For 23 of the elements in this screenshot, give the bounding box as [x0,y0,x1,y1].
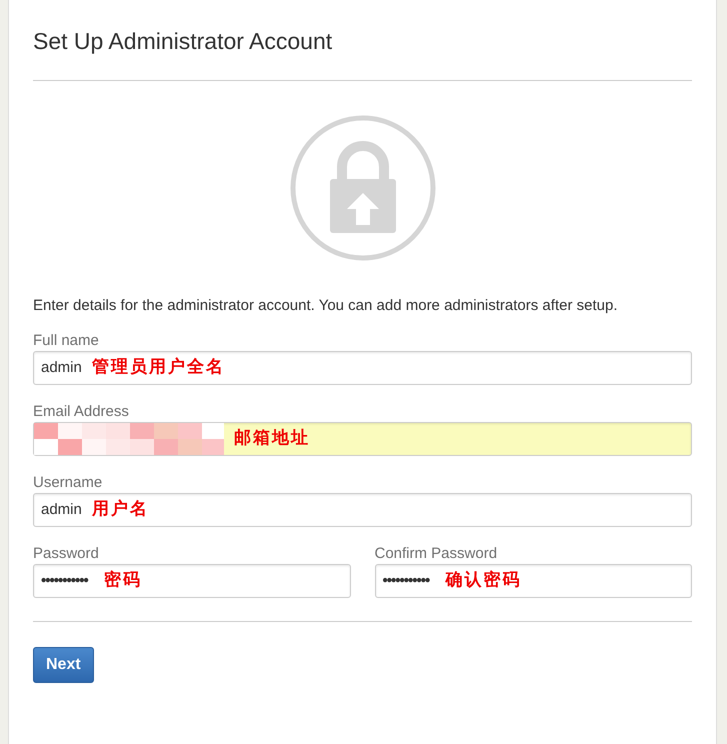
annotation: 确认密码 [445,569,522,592]
input-field[interactable]: admin 用户名 [33,493,692,527]
input-field[interactable]: 邮箱地址 [33,422,692,456]
field-value: admin [41,358,82,378]
annotation: 管理员用户全名 [92,356,225,380]
input-field[interactable]: ••••••••••• 确认密码 [374,564,692,598]
field-label: Email Address [33,402,130,422]
field-label: Username [33,473,104,493]
field-value: ••••••••••• [382,570,430,591]
field-label: Full name [33,331,100,351]
input-field[interactable]: ••••••••••• 密码 [33,564,350,598]
field-label: Confirm Password [374,544,498,564]
lock-icon [290,115,436,261]
page-title: Set Up Administrator Account [33,27,334,56]
annotation: 邮箱地址 [234,427,310,450]
annotation: 用户名 [92,498,149,522]
annotation: 密码 [104,569,142,592]
field-value: admin [41,500,82,520]
intro-text: Enter details for the administrator account. You can add more administrators after setup. [33,296,618,316]
field-label: Password [33,544,100,564]
field-value: ••••••••••• [41,570,88,591]
next-button[interactable]: Next [33,647,94,683]
input-field[interactable]: admin 管理员用户全名 [33,351,692,385]
